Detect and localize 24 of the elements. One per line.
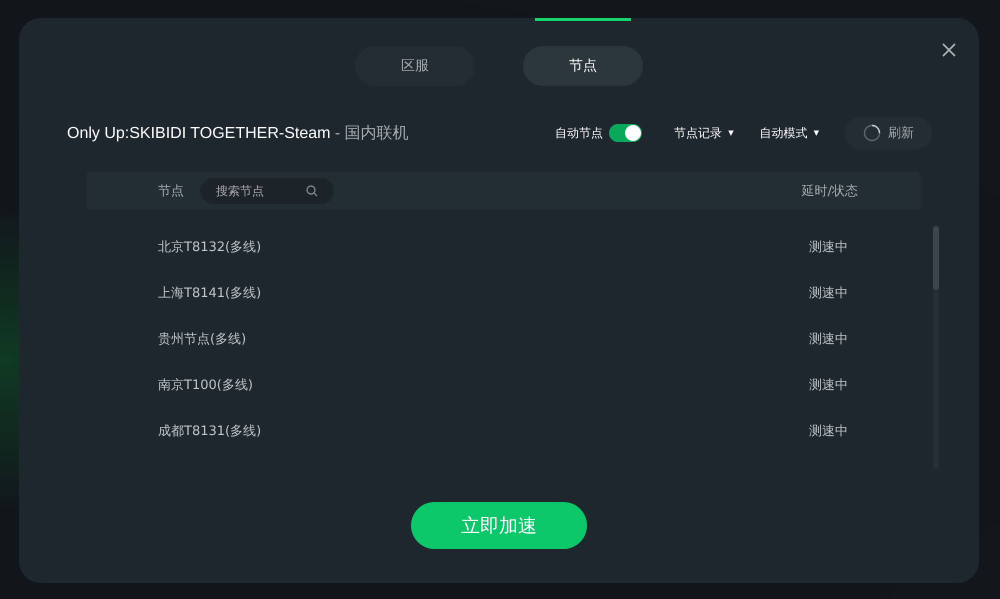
close-icon — [941, 42, 957, 58]
status-text: 测速中 — [809, 285, 848, 302]
column-header: 延时/状态 — [802, 183, 858, 200]
status-text: 测速中 — [809, 423, 848, 440]
status-text: 测速中 — [809, 239, 848, 256]
tab[interactable]: 节点 — [523, 46, 643, 86]
spinner-icon — [863, 124, 881, 142]
node-name[interactable]: 北京T8132(多线) — [158, 238, 262, 256]
node-name[interactable]: 贵州节点(多线) — [158, 330, 246, 348]
auto-node-label: 自动节点 — [555, 124, 604, 142]
node-name[interactable]: 南京T100(多线) — [158, 376, 253, 394]
close-button[interactable] — [941, 42, 957, 58]
node-name[interactable]: 上海T8141(多线) — [158, 284, 262, 302]
node-name[interactable]: 成都T8131(多线) — [158, 422, 262, 440]
toggle-switch[interactable] — [609, 124, 642, 142]
column-header: 节点 — [158, 183, 184, 200]
search-field[interactable]: 搜索节点 — [200, 178, 334, 204]
scrollbar-thumb[interactable] — [933, 226, 939, 290]
refresh-button[interactable]: 刷新 — [845, 117, 932, 149]
status-text: 测速中 — [809, 331, 848, 348]
game-title: Only Up:SKIBIDI TOGETHER-Steam - 国内联机 — [67, 124, 409, 144]
tab[interactable]: 区服 — [355, 46, 475, 86]
search-icon — [306, 185, 318, 197]
status-text: 测速中 — [809, 377, 848, 394]
